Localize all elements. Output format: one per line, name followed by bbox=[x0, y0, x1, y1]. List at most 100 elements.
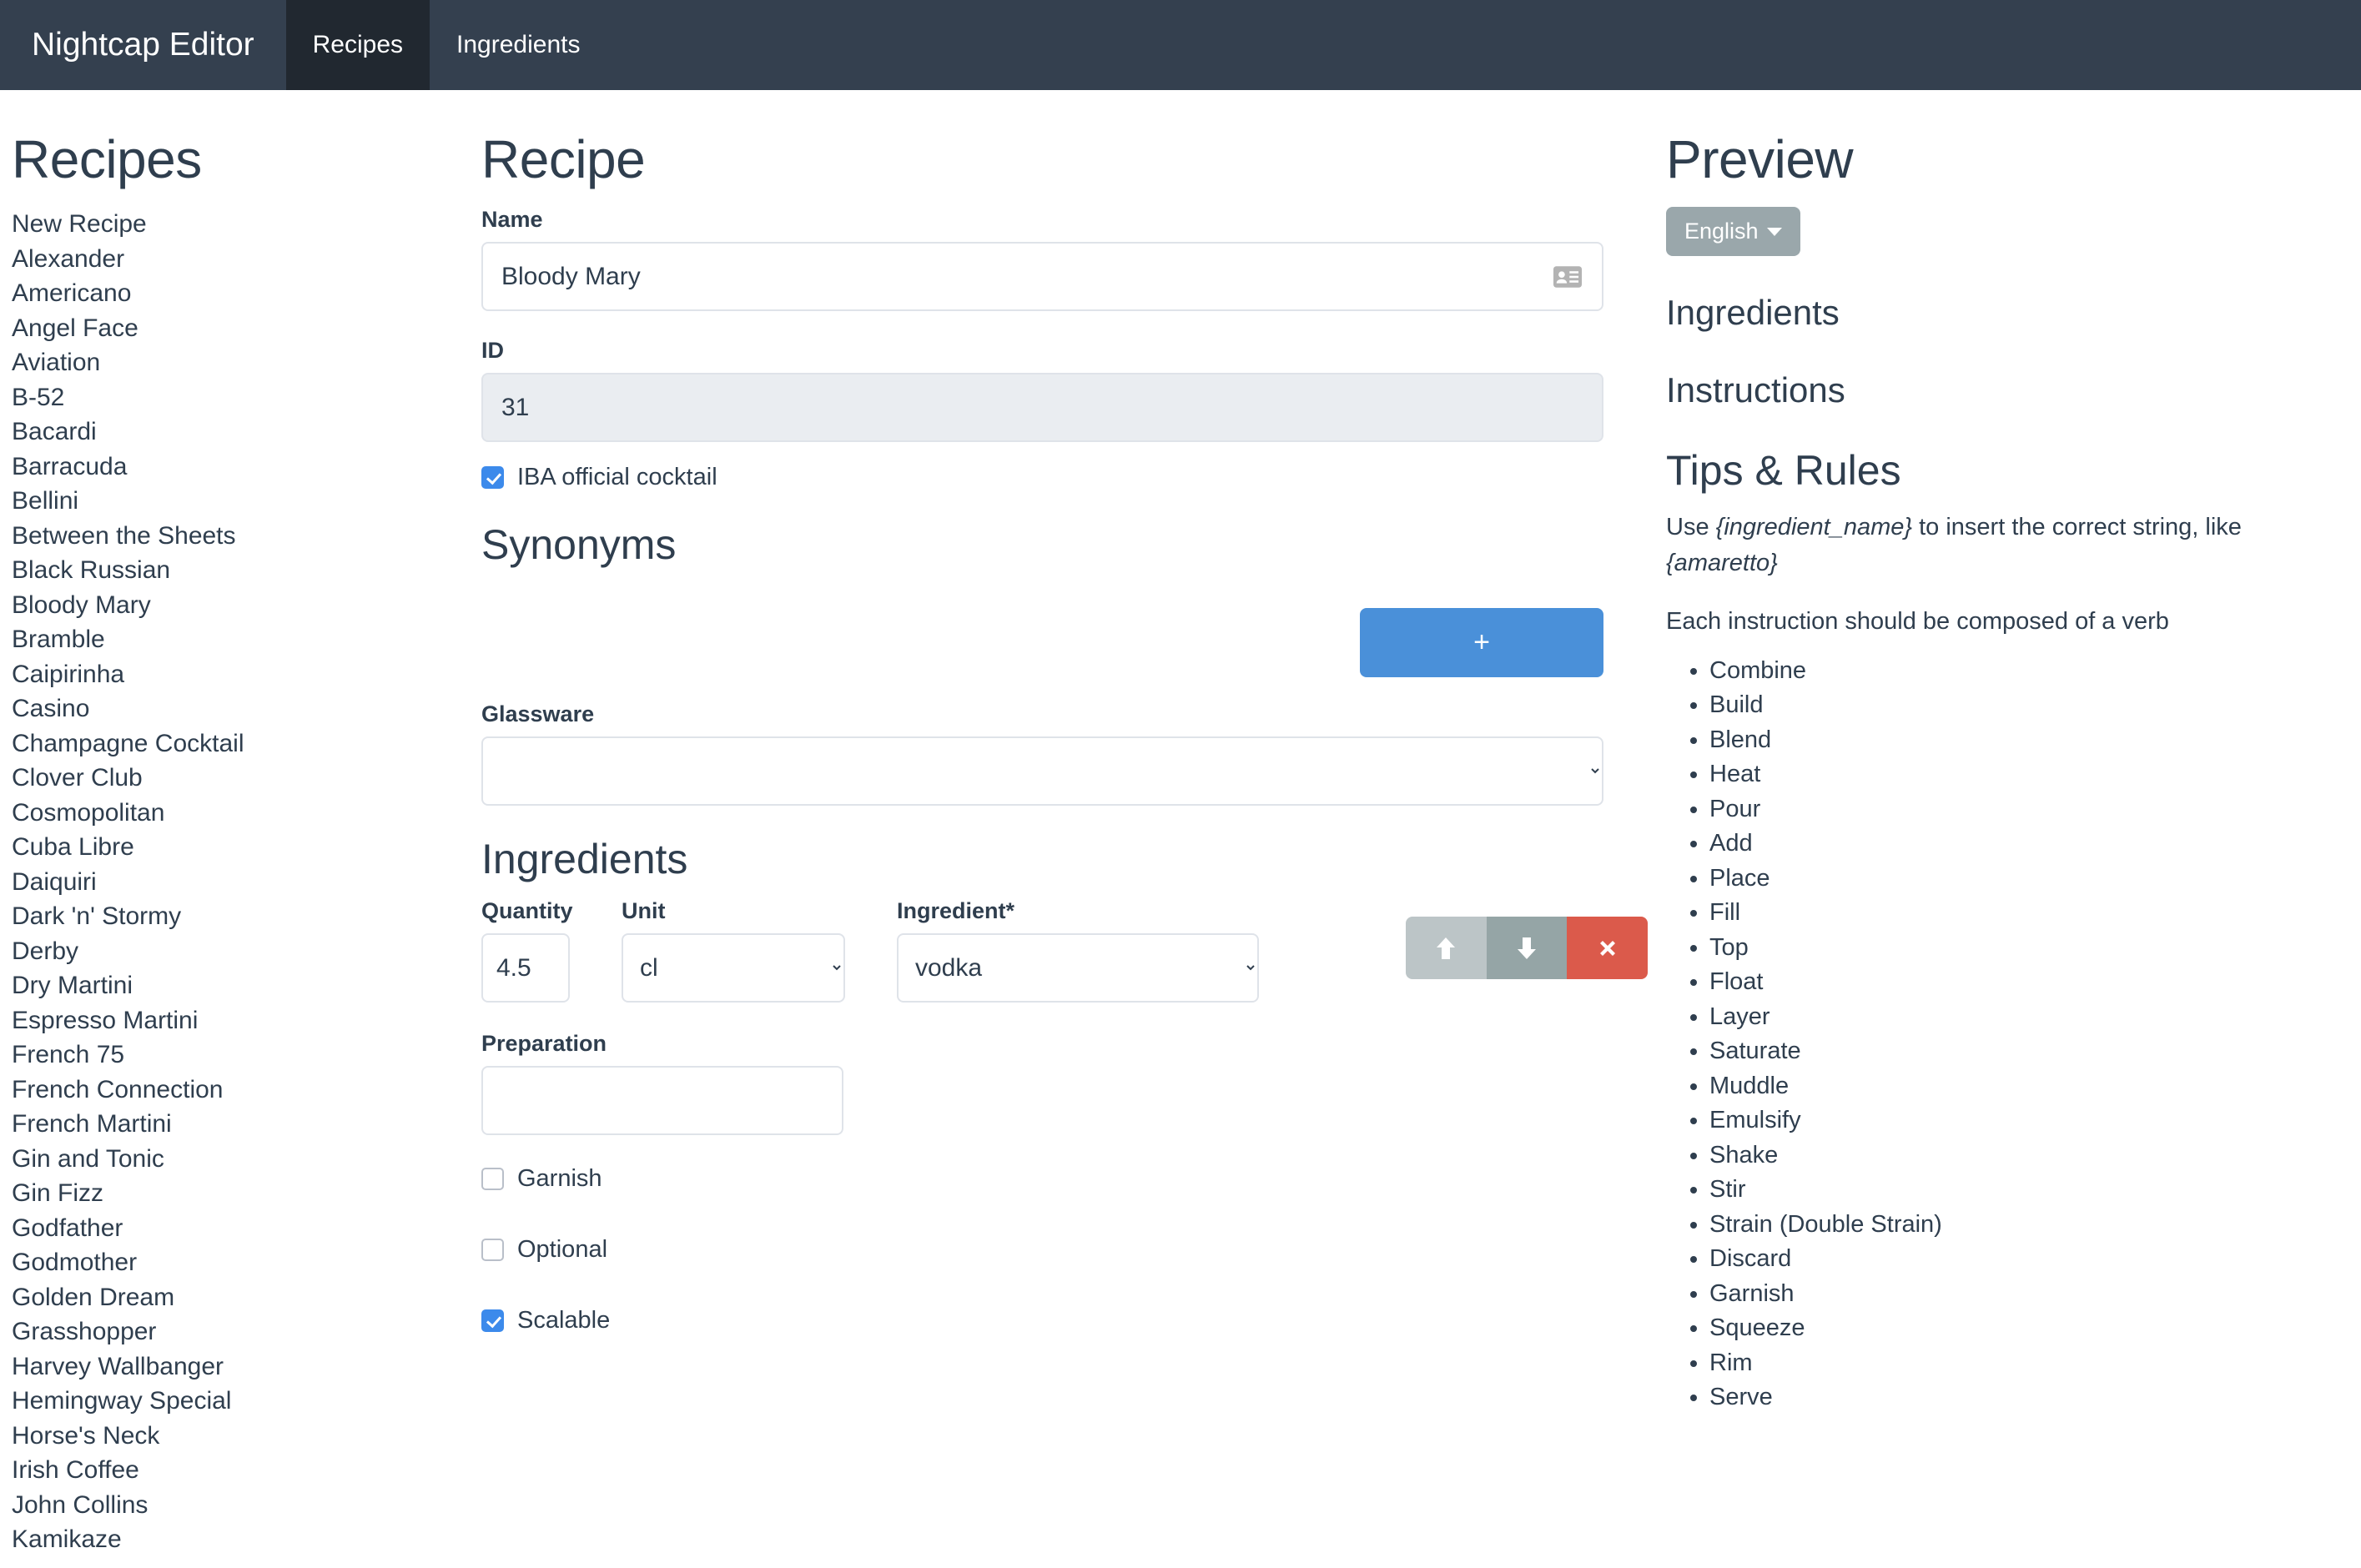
preview-heading: Preview bbox=[1666, 129, 1854, 189]
verb-list-item: Garnish bbox=[1709, 1277, 2344, 1312]
recipe-list-item[interactable]: Black Russian bbox=[12, 553, 480, 588]
recipe-list-item[interactable]: Godmother bbox=[12, 1245, 480, 1280]
language-dropdown[interactable]: English bbox=[1666, 207, 1800, 257]
recipe-list-item[interactable]: Hemingway Special bbox=[12, 1384, 480, 1419]
unit-select[interactable]: cl bbox=[622, 933, 845, 1003]
verb-list-item: Place bbox=[1709, 862, 2344, 897]
add-synonym-button[interactable]: + bbox=[1360, 608, 1603, 678]
recipe-list-item[interactable]: Caipirinha bbox=[12, 657, 480, 692]
garnish-checkbox[interactable] bbox=[481, 1168, 504, 1191]
recipe-list-item[interactable]: Cuba Libre bbox=[12, 830, 480, 865]
verb-list-item: Fill bbox=[1709, 896, 2344, 931]
recipe-list-item[interactable]: Godfather bbox=[12, 1211, 480, 1246]
synonyms-row: + bbox=[481, 585, 1603, 701]
glassware-select[interactable] bbox=[481, 736, 1603, 806]
ingredient-select[interactable]: vodka bbox=[897, 933, 1259, 1003]
recipe-list-item[interactable]: Golden Dream bbox=[12, 1280, 480, 1315]
recipes-heading: Recipes bbox=[12, 129, 202, 189]
recipe-list-item[interactable]: Alexander bbox=[12, 242, 480, 277]
recipe-list-item[interactable]: Cosmopolitan bbox=[12, 796, 480, 831]
id-label: ID bbox=[481, 338, 504, 364]
recipe-list-item[interactable]: New Recipe bbox=[12, 207, 480, 242]
nav-tab-recipes[interactable]: Recipes bbox=[285, 0, 430, 90]
recipe-editor: Recipe Name Bloody Mary ID 31 IBA offici… bbox=[480, 90, 1648, 1568]
garnish-checkbox-row[interactable]: Garnish bbox=[481, 1165, 1648, 1193]
recipe-list-item[interactable]: Grasshopper bbox=[12, 1314, 480, 1349]
recipe-list-item[interactable]: Irish Coffee bbox=[12, 1453, 480, 1488]
preparation-group: Preparation bbox=[481, 1031, 1648, 1136]
verb-list-item: Discard bbox=[1709, 1242, 2344, 1277]
recipe-list-item[interactable]: Harvey Wallbanger bbox=[12, 1349, 480, 1385]
tip-token-amaretto: {amaretto} bbox=[1666, 549, 1778, 576]
recipe-list-item[interactable]: Barracuda bbox=[12, 450, 480, 485]
arrow-down-icon bbox=[1518, 937, 1536, 959]
tip-text-a: Use bbox=[1666, 514, 1716, 541]
delete-ingredient-button[interactable] bbox=[1567, 917, 1648, 980]
recipe-list-item[interactable]: Angel Face bbox=[12, 311, 480, 346]
recipe-list-item[interactable]: French 75 bbox=[12, 1038, 480, 1073]
recipe-list-item[interactable]: Derby bbox=[12, 934, 480, 969]
arrow-up-icon bbox=[1437, 937, 1456, 959]
tip-text-c: to insert the correct string, like bbox=[1912, 514, 2242, 541]
recipe-list-item[interactable]: Casino bbox=[12, 691, 480, 726]
recipe-list-item[interactable]: Gin and Tonic bbox=[12, 1142, 480, 1177]
preparation-label: Preparation bbox=[481, 1031, 607, 1057]
recipe-list-item[interactable]: Clover Club bbox=[12, 761, 480, 796]
recipe-list-item[interactable]: Aviation bbox=[12, 345, 480, 380]
contact-card-icon[interactable] bbox=[1553, 265, 1582, 288]
ingredient-row: Quantity Unit cl Ingredient* vodka bbox=[481, 898, 1648, 1334]
recipe-list-item[interactable]: Champagne Cocktail bbox=[12, 726, 480, 761]
recipe-list-item[interactable]: Daiquiri bbox=[12, 865, 480, 900]
nav-tab-ingredients[interactable]: Ingredients bbox=[430, 0, 607, 90]
name-field[interactable]: Bloody Mary bbox=[481, 242, 1603, 312]
optional-checkbox[interactable] bbox=[481, 1239, 504, 1262]
verb-list-item: Squeeze bbox=[1709, 1311, 2344, 1346]
recipe-list-item[interactable]: Bellini bbox=[12, 484, 480, 519]
verb-list-item: Emulsify bbox=[1709, 1103, 2344, 1138]
tips-rules-heading: Tips & Rules bbox=[1666, 446, 1901, 494]
recipe-list-item[interactable]: Bramble bbox=[12, 622, 480, 657]
recipe-list-item[interactable]: Americano bbox=[12, 276, 480, 311]
recipe-list-item[interactable]: B-52 bbox=[12, 380, 480, 415]
tip-placeholder-line: Use {ingredient_name} to insert the corr… bbox=[1666, 510, 2344, 580]
ingredients-heading: Ingredients bbox=[481, 835, 688, 882]
recipe-list-item[interactable]: Dark 'n' Stormy bbox=[12, 899, 480, 934]
quantity-column: Quantity bbox=[481, 898, 573, 1003]
optional-checkbox-row[interactable]: Optional bbox=[481, 1236, 1648, 1264]
recipe-list-item[interactable]: Gin Fizz bbox=[12, 1176, 480, 1211]
recipe-list-item[interactable]: John Collins bbox=[12, 1488, 480, 1523]
app-brand[interactable]: Nightcap Editor bbox=[0, 0, 286, 90]
nav-tab-recipes-label: Recipes bbox=[312, 31, 404, 58]
ingredient-actions bbox=[1406, 917, 1648, 980]
scalable-checkbox-row[interactable]: Scalable bbox=[481, 1307, 1648, 1334]
recipe-list-item[interactable]: Bacardi bbox=[12, 415, 480, 450]
recipe-list-item[interactable]: French Connection bbox=[12, 1073, 480, 1108]
recipe-list-item[interactable]: Between the Sheets bbox=[12, 519, 480, 554]
iba-checkbox-row[interactable]: IBA official cocktail bbox=[481, 464, 1648, 491]
recipe-list-item[interactable]: Espresso Martini bbox=[12, 1003, 480, 1038]
verb-list-item: Heat bbox=[1709, 757, 2344, 792]
recipe-list-item[interactable]: Dry Martini bbox=[12, 968, 480, 1003]
preparation-input[interactable] bbox=[481, 1066, 843, 1136]
id-field: 31 bbox=[481, 373, 1603, 443]
name-label: Name bbox=[481, 207, 543, 233]
quantity-label: Quantity bbox=[481, 898, 573, 924]
iba-checkbox[interactable] bbox=[481, 466, 504, 490]
verb-list-item: Top bbox=[1709, 931, 2344, 966]
scalable-checkbox[interactable] bbox=[481, 1309, 504, 1333]
nav-tab-ingredients-label: Ingredients bbox=[456, 31, 581, 58]
iba-label: IBA official cocktail bbox=[517, 464, 717, 491]
verb-list-item: Add bbox=[1709, 827, 2344, 862]
verb-list-item: Stir bbox=[1709, 1173, 2344, 1208]
recipe-list: New Recipe Alexander Americano Angel Face Av… bbox=[12, 207, 480, 1557]
move-up-button[interactable] bbox=[1406, 917, 1487, 980]
recipe-list-item[interactable]: Bloody Mary bbox=[12, 588, 480, 623]
recipe-list-item[interactable]: Kamikaze bbox=[12, 1522, 480, 1557]
synonyms-heading: Synonyms bbox=[481, 521, 677, 569]
recipe-list-item[interactable]: Horse's Neck bbox=[12, 1419, 480, 1454]
unit-label: Unit bbox=[622, 898, 666, 924]
quantity-input[interactable] bbox=[481, 933, 570, 1003]
preview-panel: Preview English Ingredients Instructions… bbox=[1648, 90, 2361, 1568]
recipe-list-item[interactable]: French Martini bbox=[12, 1107, 480, 1142]
move-down-button[interactable] bbox=[1486, 917, 1568, 980]
